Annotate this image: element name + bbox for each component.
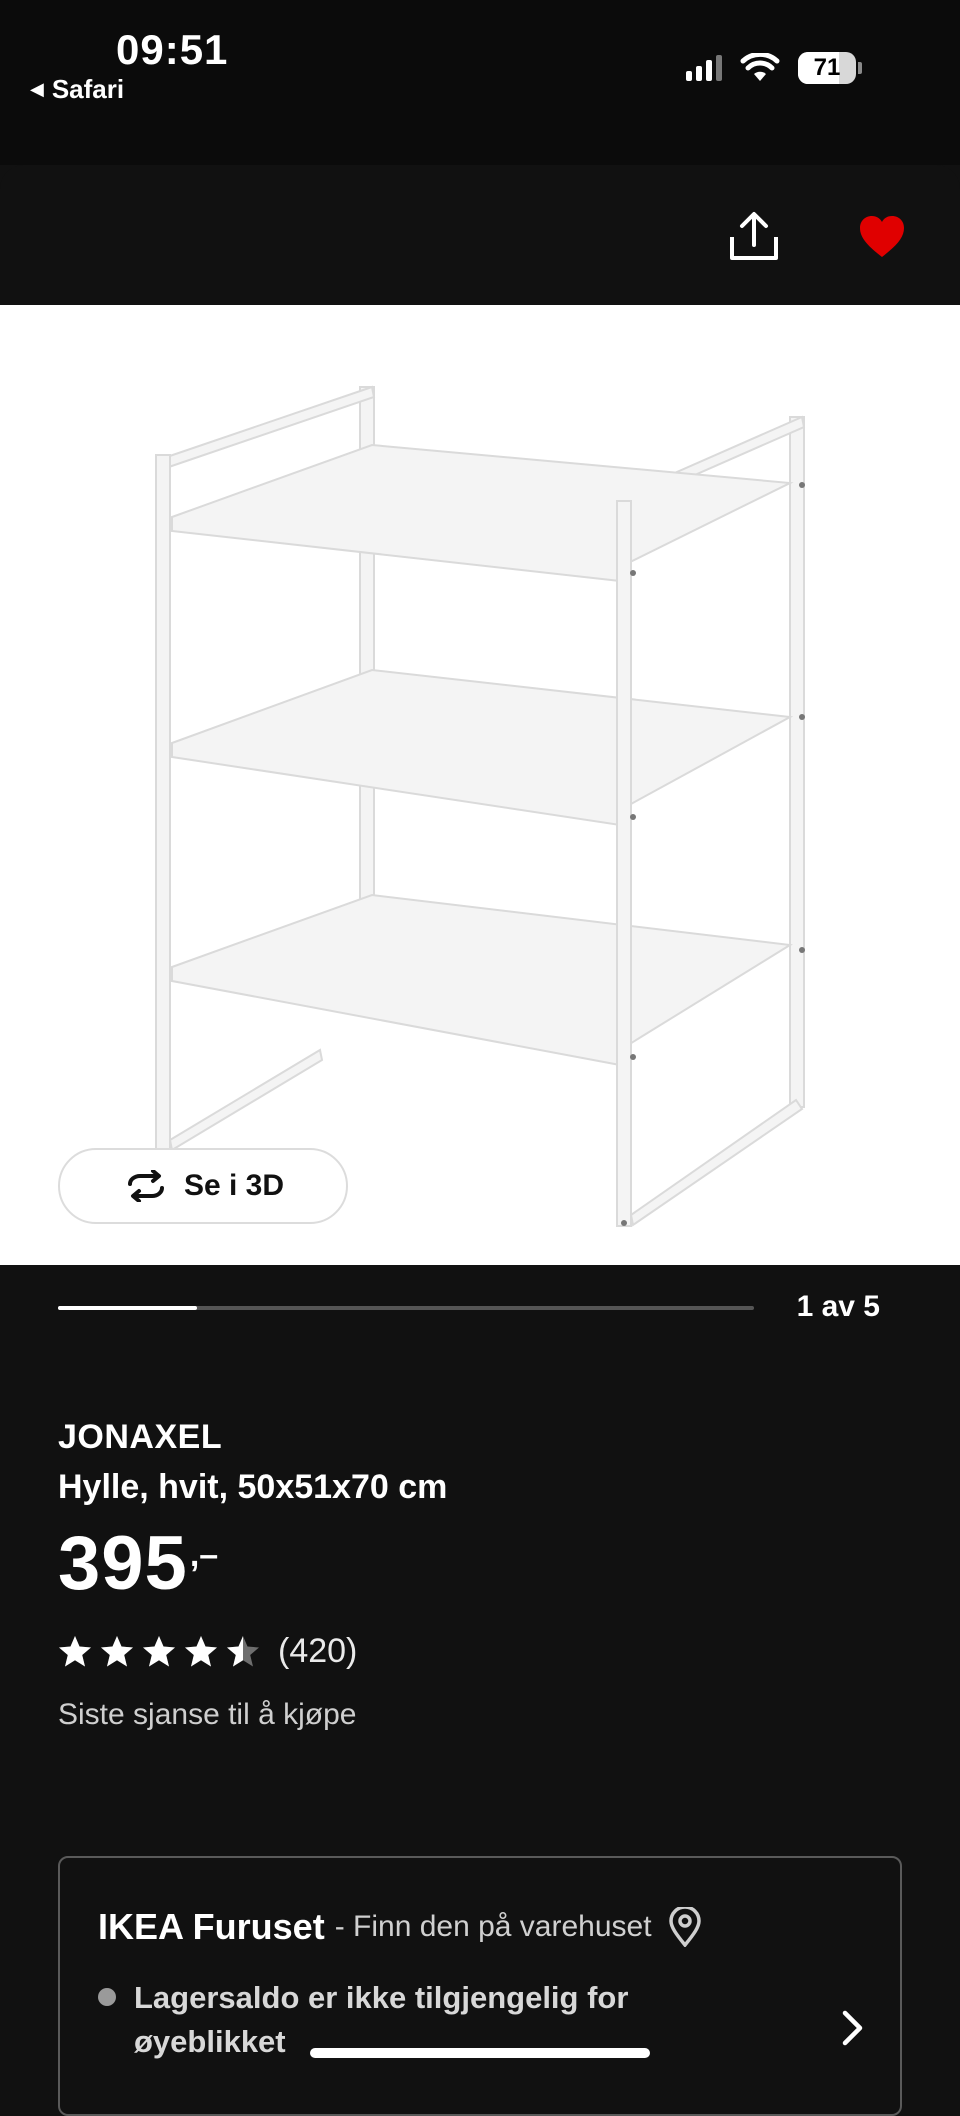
store-header: IKEA Furuset - Finn den på varehuset bbox=[98, 1906, 702, 1948]
chevron-right-icon[interactable] bbox=[840, 2010, 866, 2046]
view-in-3d-button[interactable]: Se i 3D bbox=[58, 1148, 348, 1224]
store-subtitle: - Finn den på varehuset bbox=[334, 1910, 652, 1943]
signal-icon bbox=[686, 55, 722, 81]
status-icons: 71 bbox=[686, 52, 862, 84]
wifi-icon bbox=[740, 53, 780, 81]
product-name: JONAXEL bbox=[58, 1418, 223, 1456]
star-icon bbox=[185, 1635, 217, 1666]
availability-text: Siste sjanse til å kjøpe bbox=[58, 1698, 357, 1731]
rating-count: (420) bbox=[278, 1632, 358, 1670]
stock-status-dot bbox=[98, 1988, 116, 2006]
share-icon[interactable] bbox=[726, 211, 782, 263]
star-icon bbox=[227, 1635, 259, 1666]
rotate-3d-icon bbox=[127, 1170, 164, 1202]
store-name: IKEA Furuset bbox=[98, 1906, 325, 1947]
product-topbar bbox=[0, 165, 960, 305]
view-in-3d-label: Se i 3D bbox=[183, 1169, 285, 1202]
back-app-label: Safari bbox=[51, 74, 125, 104]
heart-icon[interactable] bbox=[858, 215, 906, 259]
product-gallery[interactable]: Se i 3D bbox=[0, 305, 960, 1265]
gallery-progress-fill bbox=[58, 1306, 198, 1310]
store-availability-card[interactable]: IKEA Furuset - Finn den på varehuset Lag… bbox=[58, 1856, 902, 2116]
price-integer: 395 bbox=[58, 1521, 188, 1606]
battery-level: 71 bbox=[813, 54, 841, 81]
product-price: 395 ,– bbox=[58, 1526, 218, 1602]
location-pin-icon bbox=[668, 1907, 701, 1947]
back-to-safari-button[interactable]: ◀ Safari bbox=[30, 74, 124, 105]
product-rating[interactable]: (420) bbox=[58, 1632, 357, 1671]
home-indicator[interactable] bbox=[310, 2048, 650, 2058]
star-icon bbox=[143, 1635, 175, 1666]
shelf-product-image bbox=[155, 385, 806, 1227]
status-bar: 09:51 ◀ Safari 71 bbox=[0, 0, 960, 165]
battery-indicator: 71 bbox=[798, 52, 862, 84]
clock: 09:51 bbox=[116, 26, 229, 73]
gallery-progress-bar bbox=[58, 1306, 754, 1310]
price-suffix: ,– bbox=[189, 1536, 219, 1574]
gallery-counter: 1 av 5 bbox=[796, 1290, 880, 1323]
back-arrow-icon: ◀ bbox=[30, 79, 44, 99]
product-description: Hylle, hvit, 50x51x70 cm bbox=[58, 1468, 448, 1506]
rating-stars bbox=[58, 1635, 260, 1669]
star-icon bbox=[101, 1635, 133, 1666]
star-icon bbox=[59, 1635, 91, 1666]
